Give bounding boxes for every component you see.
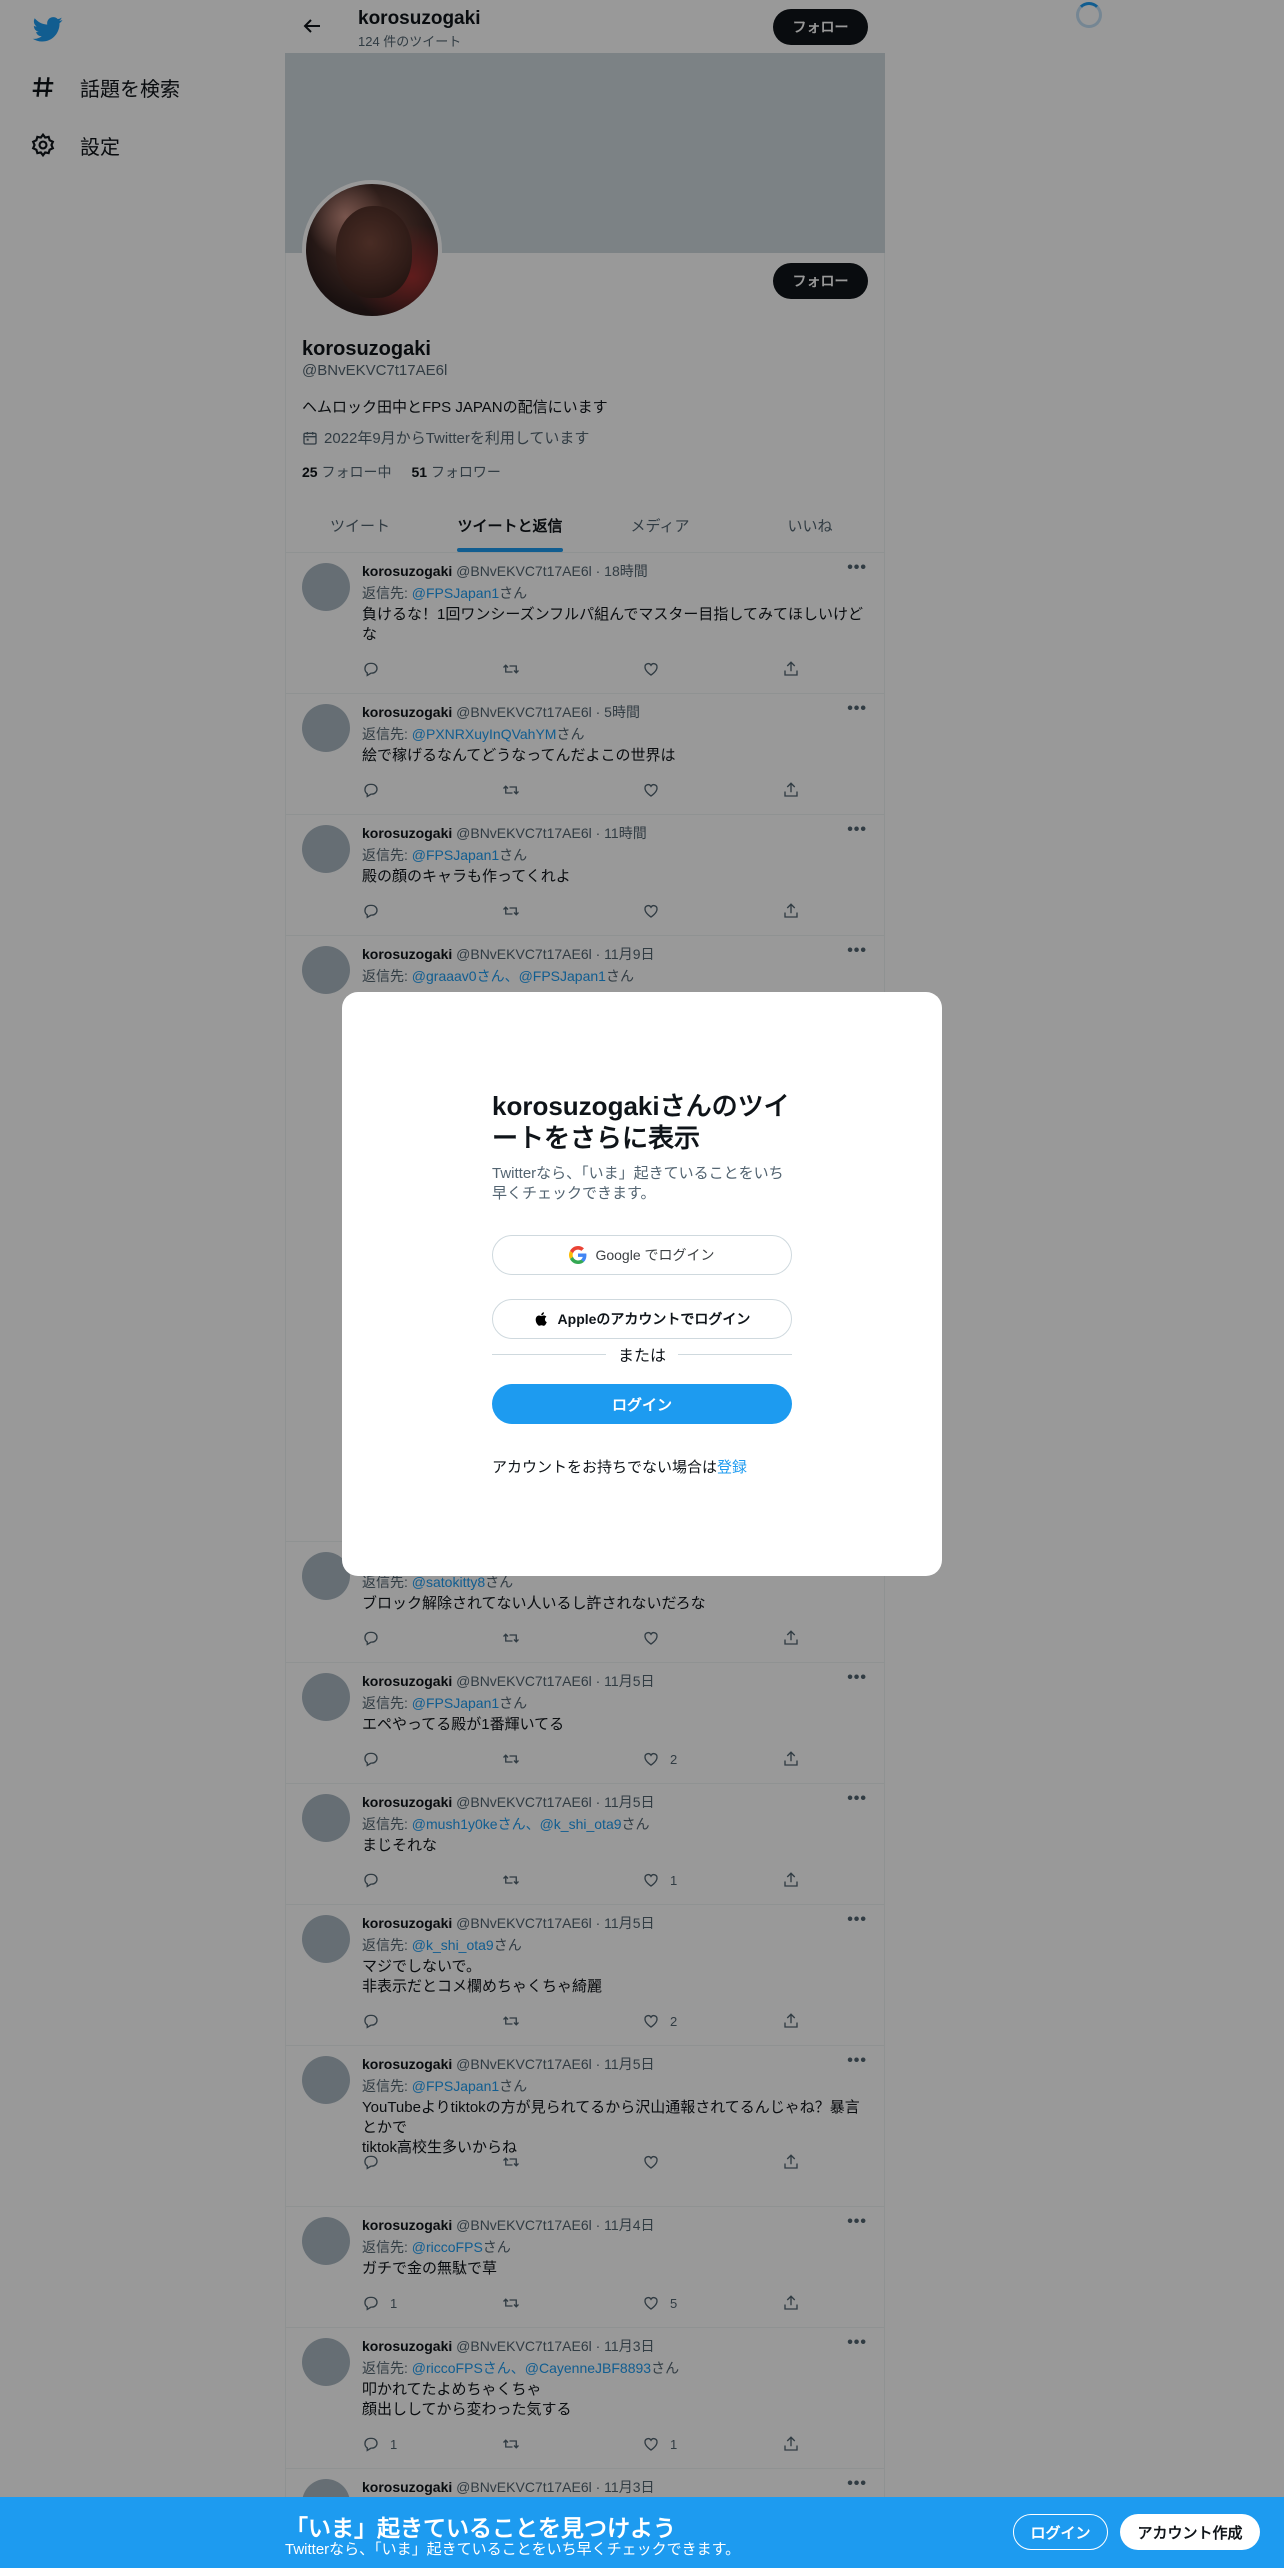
google-icon: [569, 1246, 587, 1264]
google-login-label: Google でログイン: [595, 1247, 715, 1263]
apple-icon: [535, 1312, 547, 1326]
signup-prompt: アカウントをお持ちでない場合は登録: [492, 1456, 747, 1477]
login-button[interactable]: ログイン: [492, 1384, 792, 1424]
modal-subtitle: Twitterなら、「いま」起きていることをいち早くチェックできます。: [492, 1165, 784, 1202]
signup-link[interactable]: 登録: [717, 1459, 747, 1476]
login-modal: korosuzogakiさんのツイートをさらに表示 Twitterなら、「いま」…: [342, 992, 942, 1576]
apple-login-label: Appleのアカウントでログイン: [557, 1311, 751, 1327]
bottom-login-button[interactable]: ログイン: [1013, 2514, 1108, 2550]
signup-prompt-text: アカウントをお持ちでない場合は: [492, 1459, 718, 1476]
or-label: または: [618, 1348, 667, 1365]
bottom-signup-button[interactable]: アカウント作成: [1120, 2514, 1260, 2550]
bottom-bar-subtitle: Twitterなら、「いま」起きていることをいち早くチェックできます。: [285, 2541, 741, 2558]
apple-login-button[interactable]: Appleのアカウントでログイン: [492, 1299, 792, 1339]
or-divider: または: [492, 1344, 793, 1365]
modal-title: korosuzogakiさんのツイートをさらに表示: [492, 1091, 790, 1153]
google-login-button[interactable]: Google でログイン: [492, 1235, 792, 1275]
